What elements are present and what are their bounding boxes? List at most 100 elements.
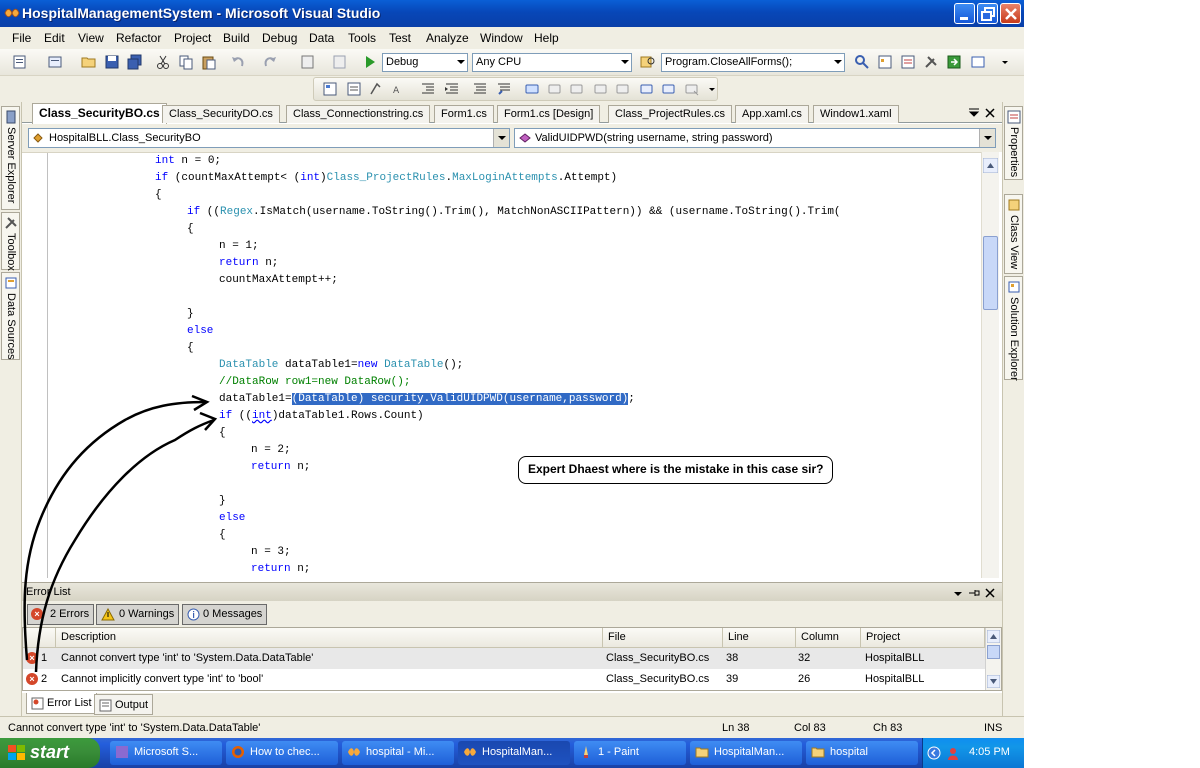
new-project-icon[interactable] bbox=[12, 54, 28, 70]
decrease-indent-icon[interactable] bbox=[420, 81, 436, 97]
data-sources-tab[interactable]: Data Sources bbox=[1, 272, 20, 360]
find-icon[interactable] bbox=[854, 54, 870, 70]
solution-configuration-combo[interactable]: Debug bbox=[382, 53, 468, 72]
tab-app-xaml-cs[interactable]: App.xaml.cs bbox=[735, 105, 809, 123]
open-file-icon[interactable] bbox=[81, 54, 97, 70]
tab-class-projectrules[interactable]: Class_ProjectRules.cs bbox=[608, 105, 733, 123]
editor-vertical-scrollbar[interactable] bbox=[981, 152, 999, 578]
command-window-icon[interactable] bbox=[970, 54, 986, 70]
error-row[interactable]: × 1 Cannot convert type 'int' to 'System… bbox=[23, 648, 985, 669]
scroll-down-icon[interactable] bbox=[987, 675, 1000, 688]
window-position-dropdown-icon[interactable] bbox=[950, 585, 966, 601]
taskbar-item[interactable]: hospital - Mi... bbox=[342, 741, 454, 765]
tab-error-list[interactable]: Error List bbox=[26, 693, 97, 714]
column-header-file[interactable]: File bbox=[603, 628, 723, 648]
solution-explorer-tab[interactable]: Solution Explorer bbox=[1004, 276, 1023, 381]
menu-file[interactable]: File bbox=[12, 31, 31, 45]
solution-platform-combo[interactable]: Any CPU bbox=[472, 53, 632, 72]
minimize-button[interactable] bbox=[954, 3, 975, 24]
menu-debug[interactable]: Debug bbox=[262, 31, 297, 45]
uncomment-lines-icon[interactable] bbox=[496, 81, 512, 97]
column-header-line[interactable]: Line bbox=[723, 628, 796, 648]
menu-help[interactable]: Help bbox=[534, 31, 559, 45]
warnings-filter-button[interactable]: 0 Warnings bbox=[96, 604, 180, 625]
start-button[interactable]: start bbox=[0, 738, 100, 768]
types-dropdown-button[interactable] bbox=[493, 129, 509, 147]
messages-filter-button[interactable]: 0 Messages bbox=[182, 604, 268, 625]
taskbar-item-active[interactable]: HospitalMan... bbox=[458, 741, 570, 765]
increase-indent-icon[interactable] bbox=[444, 81, 460, 97]
column-header-project[interactable]: Project bbox=[861, 628, 985, 648]
navigate-forward-icon[interactable] bbox=[332, 54, 348, 70]
auto-hide-pin-icon[interactable] bbox=[966, 585, 982, 601]
navigate-backward-icon[interactable] bbox=[300, 54, 316, 70]
start-debugging-icon[interactable] bbox=[362, 54, 378, 70]
tab-class-securitybo[interactable]: Class_SecurityBO.cs bbox=[32, 103, 167, 124]
toolbox-icon[interactable] bbox=[923, 54, 939, 70]
tab-class-securitydo[interactable]: Class_SecurityDO.cs bbox=[162, 105, 280, 123]
toolbox-tab[interactable]: Toolbox bbox=[1, 212, 20, 271]
paste-icon[interactable] bbox=[201, 54, 217, 70]
next-bookmark-icon[interactable] bbox=[568, 81, 584, 97]
properties-window-icon[interactable] bbox=[900, 54, 916, 70]
save-all-icon[interactable] bbox=[127, 54, 143, 70]
taskbar-item[interactable]: 1 - Paint bbox=[574, 741, 686, 765]
next-bookmark-document-icon[interactable] bbox=[660, 81, 676, 97]
object-browser-icon[interactable] bbox=[322, 81, 338, 97]
cut-icon[interactable] bbox=[155, 54, 171, 70]
taskbar-item[interactable]: hospital bbox=[806, 741, 918, 765]
taskbar-item[interactable]: HospitalMan... bbox=[690, 741, 802, 765]
scroll-up-icon[interactable] bbox=[987, 630, 1000, 643]
show-hidden-icons-icon[interactable] bbox=[927, 746, 941, 760]
close-window-button[interactable] bbox=[1000, 3, 1021, 24]
add-item-icon[interactable] bbox=[47, 54, 63, 70]
copy-icon[interactable] bbox=[178, 54, 194, 70]
menu-test[interactable]: Test bbox=[389, 31, 411, 45]
taskbar-item[interactable]: Microsoft S... bbox=[110, 741, 222, 765]
errors-filter-button[interactable]: × 2 Errors bbox=[27, 604, 95, 625]
bookmark-icon[interactable] bbox=[524, 81, 540, 97]
properties-tab[interactable]: Properties bbox=[1004, 106, 1023, 180]
menu-data[interactable]: Data bbox=[309, 31, 334, 45]
maximize-button[interactable] bbox=[977, 3, 998, 24]
start-page-icon[interactable] bbox=[946, 54, 962, 70]
menu-window[interactable]: Window bbox=[480, 31, 523, 45]
save-icon[interactable] bbox=[104, 54, 120, 70]
error-row[interactable]: × 2 Cannot implicitly convert type 'int'… bbox=[23, 669, 985, 690]
taskbar-item[interactable]: How to chec... bbox=[226, 741, 338, 765]
previous-bookmark-document-icon[interactable] bbox=[638, 81, 654, 97]
server-explorer-tab[interactable]: Server Explorer bbox=[1, 106, 20, 210]
tab-window1-xaml[interactable]: Window1.xaml bbox=[813, 105, 899, 123]
previous-bookmark-folder-icon[interactable] bbox=[592, 81, 608, 97]
quick-info-icon[interactable]: A bbox=[392, 81, 408, 97]
code-editor[interactable]: int n = 0; if (countMaxAttempt< (int)Cla… bbox=[22, 152, 981, 578]
undo-icon[interactable] bbox=[230, 54, 246, 70]
comment-lines-icon[interactable] bbox=[472, 81, 488, 97]
column-header-column[interactable]: Column bbox=[796, 628, 861, 648]
menu-refactor[interactable]: Refactor bbox=[116, 31, 161, 45]
close-document-icon[interactable] bbox=[982, 105, 998, 121]
code-text[interactable]: int n = 0; if (countMaxAttempt< (int)Cla… bbox=[50, 153, 980, 578]
find-combo[interactable]: Program.CloseAllForms(); bbox=[661, 53, 845, 72]
parameter-info-icon[interactable] bbox=[368, 81, 384, 97]
menu-edit[interactable]: Edit bbox=[44, 31, 65, 45]
types-dropdown[interactable]: HospitalBLL.Class_SecurityBO bbox=[28, 128, 510, 148]
solution-explorer-icon[interactable] bbox=[877, 54, 893, 70]
members-dropdown[interactable]: ValidUIDPWD(string username, string pass… bbox=[514, 128, 996, 148]
tab-output[interactable]: Output bbox=[94, 694, 154, 715]
menu-view[interactable]: View bbox=[78, 31, 104, 45]
close-pane-icon[interactable] bbox=[982, 585, 998, 601]
redo-icon[interactable] bbox=[262, 54, 278, 70]
menu-build[interactable]: Build bbox=[223, 31, 250, 45]
tab-form1-design[interactable]: Form1.cs [Design] bbox=[497, 105, 601, 123]
column-header-number[interactable] bbox=[23, 628, 56, 648]
find-in-files-icon[interactable] bbox=[640, 54, 656, 70]
previous-bookmark-icon[interactable] bbox=[546, 81, 562, 97]
menu-tools[interactable]: Tools bbox=[348, 31, 376, 45]
toolbar-options-icon[interactable] bbox=[708, 86, 716, 94]
toolbar-options-icon[interactable] bbox=[1000, 58, 1010, 68]
messenger-icon[interactable] bbox=[945, 745, 961, 761]
scroll-thumb[interactable] bbox=[987, 645, 1000, 659]
scroll-up-icon[interactable] bbox=[983, 158, 998, 173]
column-header-description[interactable]: Description bbox=[56, 628, 603, 648]
